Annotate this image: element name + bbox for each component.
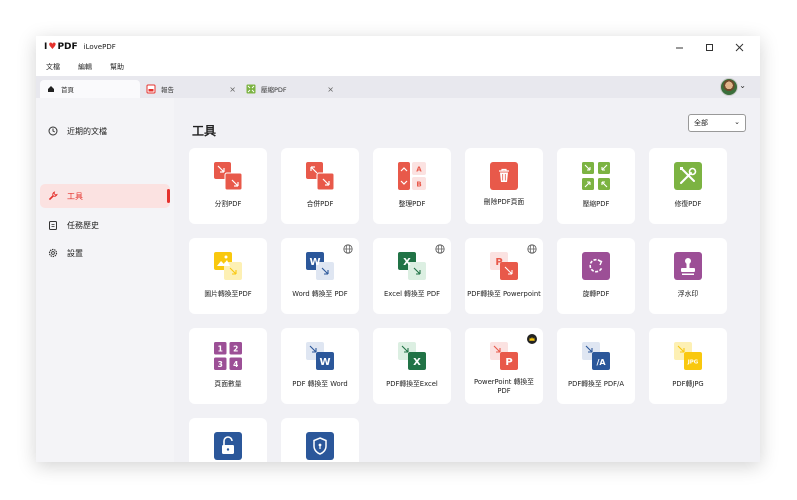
tool-unlock-pdf[interactable] bbox=[189, 418, 267, 462]
sidebar-item-history[interactable]: 任務歷史 bbox=[40, 213, 170, 237]
stamp-icon bbox=[674, 252, 702, 280]
pdfa-icon: /A bbox=[582, 342, 610, 370]
svg-text:X: X bbox=[413, 357, 421, 368]
sidebar-item-settings[interactable]: 設置 bbox=[40, 241, 170, 265]
wrench-icon bbox=[48, 191, 58, 201]
minimize-icon bbox=[675, 47, 683, 48]
heart-icon: ♥ bbox=[48, 42, 57, 52]
image-icon bbox=[214, 252, 242, 280]
tab-report[interactable]: 報告 × bbox=[142, 80, 240, 98]
clipboard-icon bbox=[48, 220, 58, 230]
tab-close-icon[interactable]: × bbox=[327, 85, 334, 94]
tool-pdf-to-powerpoint[interactable]: P PDF轉換至 Powerpoint bbox=[465, 238, 543, 314]
tool-rotate-pdf[interactable]: 旋轉PDF bbox=[557, 238, 635, 314]
excel-icon: X bbox=[398, 252, 426, 280]
svg-text:P: P bbox=[495, 257, 502, 268]
title-bar: I ♥ PDF iLovePDF bbox=[36, 36, 760, 58]
tab-close-icon[interactable]: × bbox=[229, 85, 236, 94]
maximize-icon bbox=[705, 43, 713, 51]
tool-word-to-pdf[interactable]: W Word 轉換至 PDF bbox=[281, 238, 359, 314]
chevron-down-icon: ⌄ bbox=[734, 118, 740, 126]
tool-image-to-pdf[interactable]: 圖片轉換至PDF bbox=[189, 238, 267, 314]
tool-repair-pdf[interactable]: 修復PDF bbox=[649, 148, 727, 224]
tool-page-numbers[interactable]: 1234 頁面數量 bbox=[189, 328, 267, 404]
tool-pdf-to-pdfa[interactable]: /A PDF轉換至 PDF/A bbox=[557, 328, 635, 404]
svg-text:P: P bbox=[505, 357, 512, 368]
rotate-icon bbox=[582, 252, 610, 280]
merge-pdf-icon bbox=[306, 162, 334, 190]
tool-powerpoint-to-pdf[interactable]: P PowerPoint 轉換至 PDF bbox=[465, 328, 543, 404]
page-numbers-icon: 1 2 3 4 bbox=[214, 342, 242, 370]
menu-file[interactable]: 文檔 bbox=[46, 62, 60, 72]
tool-pdf-to-jpg[interactable]: JPG PDF轉JPG bbox=[649, 328, 727, 404]
jpg-icon: JPG bbox=[674, 342, 702, 370]
svg-text:1: 1 bbox=[218, 344, 223, 353]
home-icon bbox=[46, 84, 56, 94]
svg-text:/A: /A bbox=[596, 358, 606, 367]
tool-pdf-to-word[interactable]: W PDF 轉換至 Word bbox=[281, 328, 359, 404]
tool-organize-pdf[interactable]: AB 整理PDF bbox=[373, 148, 451, 224]
svg-text:A: A bbox=[416, 166, 422, 174]
excel-icon: X bbox=[398, 342, 426, 370]
svg-text:JPG: JPG bbox=[687, 360, 699, 366]
word-icon: W bbox=[306, 342, 334, 370]
word-icon: W bbox=[306, 252, 334, 280]
svg-text:B: B bbox=[416, 181, 421, 189]
sidebar-item-tools[interactable]: 工具 bbox=[40, 184, 170, 208]
globe-icon bbox=[527, 244, 537, 254]
unlock-icon bbox=[214, 432, 242, 460]
category-select[interactable]: 全部 ⌄ bbox=[688, 114, 746, 132]
organize-pdf-icon: AB bbox=[398, 162, 426, 190]
tab-bar: 首頁 報告 × 壓縮PDF × ⌄ bbox=[36, 76, 760, 98]
sidebar-item-recent[interactable]: 近期的文檔 bbox=[40, 119, 170, 143]
app-window: I ♥ PDF iLovePDF 文檔 編輯 幫助 首頁 報告 × 壓縮PDF … bbox=[36, 36, 760, 462]
tool-excel-to-pdf[interactable]: X Excel 轉換至 PDF bbox=[373, 238, 451, 314]
globe-icon bbox=[343, 244, 353, 254]
svg-text:3: 3 bbox=[218, 360, 223, 369]
minimize-button[interactable] bbox=[664, 36, 694, 58]
close-icon bbox=[735, 43, 743, 51]
compress-icon bbox=[246, 84, 256, 94]
chevron-down-icon[interactable]: ⌄ bbox=[739, 81, 746, 90]
repair-tools-icon bbox=[674, 162, 702, 190]
page-title: 工具 bbox=[192, 124, 217, 138]
tool-watermark[interactable]: 浮水印 bbox=[649, 238, 727, 314]
close-button[interactable] bbox=[724, 36, 754, 58]
tool-delete-pages[interactable]: 刪除PDF頁面 bbox=[465, 148, 543, 224]
svg-text:W: W bbox=[309, 257, 320, 268]
trash-icon bbox=[490, 162, 518, 190]
avatar[interactable] bbox=[720, 78, 738, 96]
menu-bar: 文檔 編輯 幫助 bbox=[36, 58, 760, 76]
compress-icon bbox=[582, 162, 610, 190]
app-title: iLovePDF bbox=[83, 43, 116, 51]
tool-merge-pdf[interactable]: 合併PDF bbox=[281, 148, 359, 224]
svg-text:2: 2 bbox=[233, 344, 238, 353]
sidebar: 近期的文檔 工具 任務歷史 設置 bbox=[36, 98, 174, 462]
split-pdf-icon bbox=[214, 162, 242, 190]
crown-icon bbox=[527, 334, 537, 344]
pdf-file-icon bbox=[146, 84, 156, 94]
main-panel: 工具 全部 ⌄ 分割PDF 合併PDF AB 整理PDF 刪除PDF頁面 壓縮P… bbox=[174, 98, 760, 462]
globe-icon bbox=[435, 244, 445, 254]
gear-icon bbox=[48, 248, 58, 258]
tab-compress[interactable]: 壓縮PDF × bbox=[242, 80, 338, 98]
svg-text:X: X bbox=[403, 257, 411, 268]
powerpoint-icon: P bbox=[490, 252, 518, 280]
clock-icon bbox=[48, 126, 58, 136]
powerpoint-icon: P bbox=[490, 342, 518, 370]
tool-compress-pdf[interactable]: 壓縮PDF bbox=[557, 148, 635, 224]
tool-split-pdf[interactable]: 分割PDF bbox=[189, 148, 267, 224]
maximize-button[interactable] bbox=[694, 36, 724, 58]
tool-pdf-to-excel[interactable]: X PDF轉換至Excel bbox=[373, 328, 451, 404]
menu-edit[interactable]: 編輯 bbox=[78, 62, 92, 72]
shield-icon bbox=[306, 432, 334, 460]
svg-text:W: W bbox=[319, 357, 330, 368]
menu-help[interactable]: 幫助 bbox=[110, 62, 124, 72]
tool-protect-pdf[interactable] bbox=[281, 418, 359, 462]
tab-home[interactable]: 首頁 bbox=[40, 80, 140, 98]
app-logo: I ♥ PDF bbox=[44, 42, 78, 52]
svg-text:4: 4 bbox=[233, 360, 238, 369]
